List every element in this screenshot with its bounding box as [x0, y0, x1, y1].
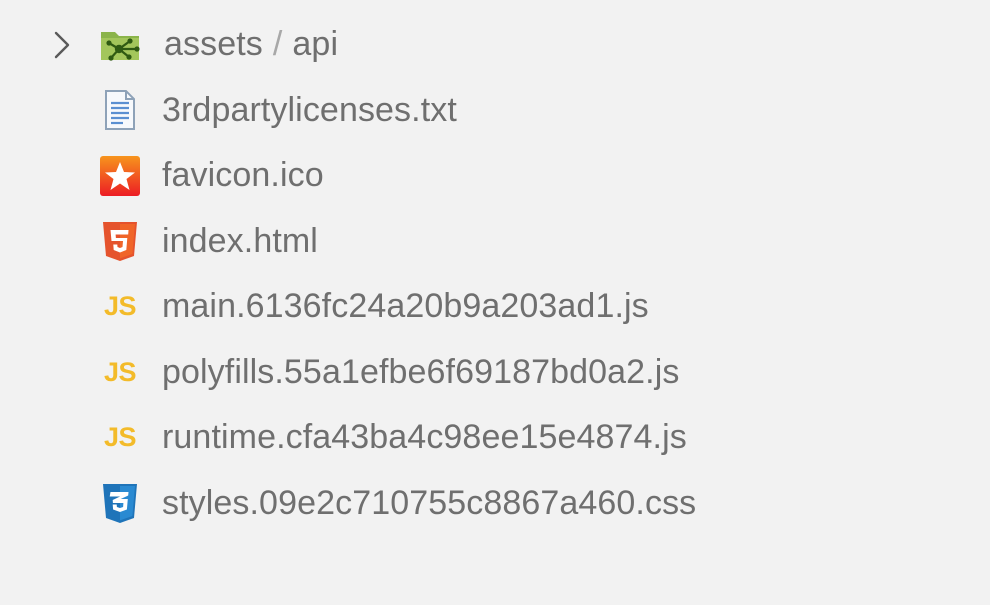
text-file-icon: [98, 88, 142, 132]
css3-icon: [98, 481, 142, 525]
file-row-index-html[interactable]: index.html: [0, 209, 990, 275]
file-name: styles.09e2c710755c8867a460.css: [162, 483, 697, 522]
file-name: index.html: [162, 221, 318, 260]
path-separator: /: [272, 25, 283, 64]
html5-icon: [98, 219, 142, 263]
file-explorer-tree: assets / api 3rdpartylicenses.txt favico…: [0, 12, 990, 536]
folder-row-assets-api[interactable]: assets / api: [0, 12, 990, 78]
file-row-3rdpartylicenses[interactable]: 3rdpartylicenses.txt: [0, 78, 990, 144]
folder-api-icon: [98, 23, 142, 67]
file-name: main.6136fc24a20b9a203ad1.js: [162, 287, 649, 326]
folder-name: assets: [164, 25, 263, 64]
favicon-star-icon: [98, 154, 142, 198]
file-name: runtime.cfa43ba4c98ee15e4874.js: [162, 418, 687, 457]
file-name: favicon.ico: [162, 156, 324, 195]
file-row-polyfills-js[interactable]: JS polyfills.55a1efbe6f69187bd0a2.js: [0, 340, 990, 406]
file-name: polyfills.55a1efbe6f69187bd0a2.js: [162, 352, 680, 391]
js-icon: JS: [103, 422, 137, 453]
file-row-favicon[interactable]: favicon.ico: [0, 143, 990, 209]
js-icon: JS: [103, 356, 137, 387]
folder-label: assets / api: [164, 25, 338, 64]
file-name: 3rdpartylicenses.txt: [162, 90, 457, 129]
subfolder-name: api: [292, 25, 339, 64]
js-icon: JS: [103, 291, 137, 322]
chevron-right-icon[interactable]: [50, 25, 74, 65]
file-row-runtime-js[interactable]: JS runtime.cfa43ba4c98ee15e4874.js: [0, 405, 990, 471]
file-row-styles-css[interactable]: styles.09e2c710755c8867a460.css: [0, 471, 990, 537]
file-row-main-js[interactable]: JS main.6136fc24a20b9a203ad1.js: [0, 274, 990, 340]
